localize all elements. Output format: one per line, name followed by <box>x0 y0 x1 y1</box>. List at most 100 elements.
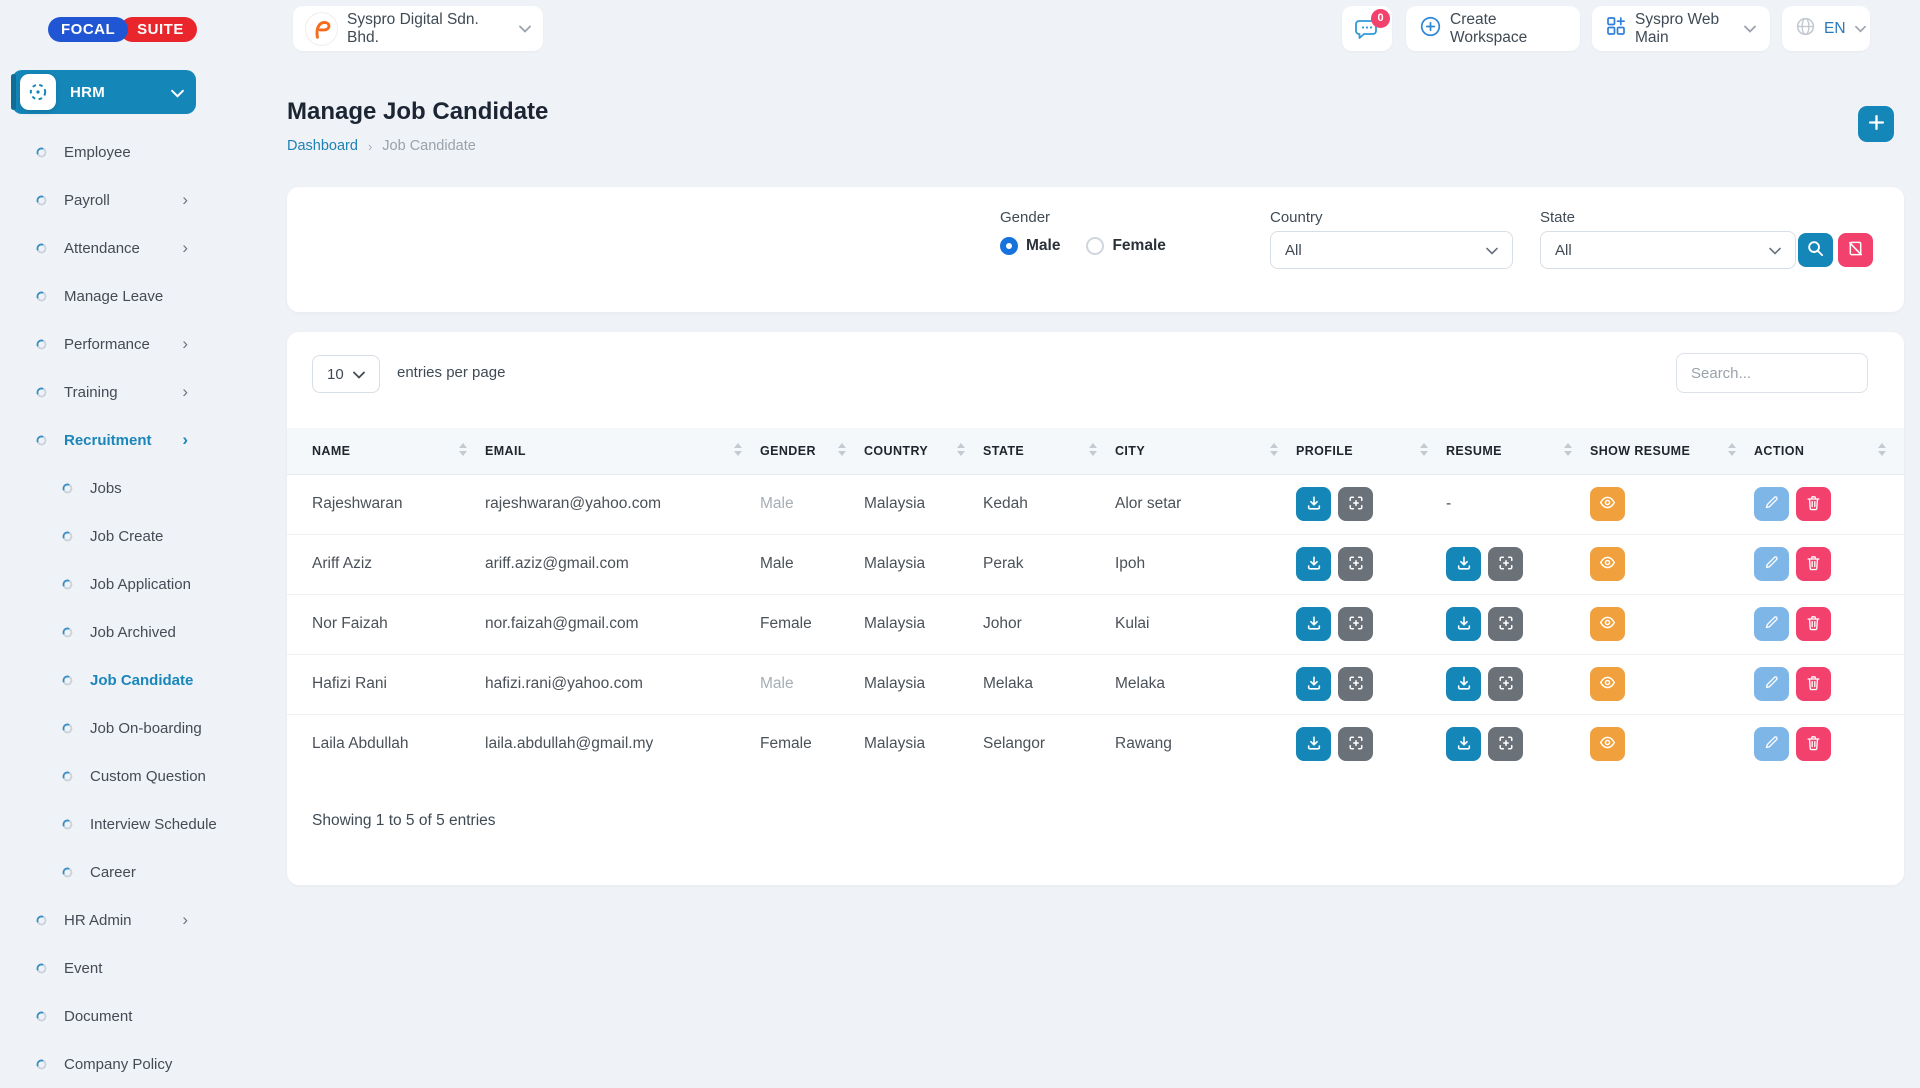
download-icon <box>1456 555 1472 574</box>
edit-candidate-button[interactable] <box>1754 667 1789 701</box>
show-resume-button[interactable] <box>1590 667 1625 701</box>
delete-candidate-button[interactable] <box>1796 607 1831 641</box>
sort-icon <box>734 443 742 456</box>
edit-candidate-button[interactable] <box>1754 547 1789 581</box>
sidebar-subitem-job-create[interactable]: Job Create <box>0 512 250 560</box>
sidebar-subitem-label: Interview Schedule <box>90 816 217 833</box>
profile-preview-button[interactable] <box>1338 667 1373 701</box>
column-header-resume[interactable]: Resume <box>1446 428 1590 474</box>
column-header-gender[interactable]: Gender <box>760 428 864 474</box>
profile-download-button[interactable] <box>1296 727 1331 761</box>
column-header-action[interactable]: Action <box>1754 428 1904 474</box>
candidate-table: NameEmailGenderCountryState CityProfileRe… <box>287 428 1904 774</box>
sidebar-item-company-policy[interactable]: Company Policy <box>0 1040 250 1088</box>
sidebar-subitem-jobs[interactable]: Jobs <box>0 464 250 512</box>
sidebar-item-document[interactable]: Document <box>0 992 250 1040</box>
breadcrumb-dashboard-link[interactable]: Dashboard <box>287 138 358 154</box>
topbar: FOCAL SUITE Syspro Digital Sdn. Bhd. 0 C… <box>0 0 1920 56</box>
profile-download-button[interactable] <box>1296 487 1331 521</box>
workspace-selector[interactable]: Syspro Digital Sdn. Bhd. <box>293 6 543 51</box>
sidebar-item-manage-leave[interactable]: Manage Leave <box>0 272 250 320</box>
delete-candidate-button[interactable] <box>1796 547 1831 581</box>
entries-per-page-select[interactable]: 10 <box>312 355 380 393</box>
show-resume-button[interactable] <box>1590 607 1625 641</box>
profile-preview-button[interactable] <box>1338 607 1373 641</box>
create-workspace-button[interactable]: Create Workspace <box>1406 6 1580 51</box>
column-header-profile[interactable]: Profile <box>1296 428 1446 474</box>
language-selector[interactable]: EN <box>1782 6 1870 51</box>
sidebar-menu: EmployeePayroll›Attendance›Manage LeaveP… <box>0 128 250 1088</box>
sidebar-item-event[interactable]: Event <box>0 944 250 992</box>
sidebar-item-performance[interactable]: Performance› <box>0 320 250 368</box>
profile-preview-button[interactable] <box>1338 727 1373 761</box>
table-search-input[interactable] <box>1676 353 1868 393</box>
add-candidate-button[interactable] <box>1858 106 1894 142</box>
sidebar-item-payroll[interactable]: Payroll› <box>0 176 250 224</box>
resume-download-button[interactable] <box>1446 727 1481 761</box>
profile-preview-button[interactable] <box>1338 547 1373 581</box>
sidebar-subitem-interview-schedule[interactable]: Interview Schedule <box>0 800 250 848</box>
resume-download-button[interactable] <box>1446 547 1481 581</box>
column-label: Action <box>1754 444 1804 458</box>
chat-button[interactable]: 0 <box>1342 6 1392 51</box>
edit-candidate-button[interactable] <box>1754 487 1789 521</box>
sidebar-section-hrm[interactable]: HRM <box>12 70 196 114</box>
sidebar-item-recruitment[interactable]: Recruitment› <box>0 416 250 464</box>
show-resume-button[interactable] <box>1590 727 1625 761</box>
edit-candidate-button[interactable] <box>1754 607 1789 641</box>
profile-download-button[interactable] <box>1296 667 1331 701</box>
column-label: State <box>983 444 1024 458</box>
sidebar-subitem-career[interactable]: Career <box>0 848 250 896</box>
column-header-city[interactable]: City <box>1115 428 1296 474</box>
download-icon <box>1306 675 1322 694</box>
column-header-show-resume[interactable]: Show Resume <box>1590 428 1754 474</box>
delete-candidate-button[interactable] <box>1796 727 1831 761</box>
sort-icon <box>1270 443 1278 456</box>
resume-preview-button[interactable] <box>1488 667 1523 701</box>
sidebar-item-hr-admin[interactable]: HR Admin› <box>0 896 250 944</box>
sidebar-subitem-job-application[interactable]: Job Application <box>0 560 250 608</box>
column-header-name[interactable]: Name <box>287 428 485 474</box>
sidebar-subitem-job-candidate[interactable]: Job Candidate <box>0 656 250 704</box>
resume-preview-button[interactable] <box>1488 607 1523 641</box>
resume-download-button[interactable] <box>1446 667 1481 701</box>
filter-card: Gender Male Female Country All State All <box>287 187 1904 312</box>
language-code: EN <box>1824 20 1846 38</box>
filter-search-button[interactable] <box>1798 233 1833 267</box>
cell-email: rajeshwaran@yahoo.com <box>485 474 760 534</box>
edit-candidate-button[interactable] <box>1754 727 1789 761</box>
column-header-state[interactable]: State <box>983 428 1115 474</box>
sidebar-subitem-job-on-boarding[interactable]: Job On-boarding <box>0 704 250 752</box>
country-select[interactable]: All <box>1270 231 1513 269</box>
profile-download-button[interactable] <box>1296 607 1331 641</box>
sidebar-item-training[interactable]: Training› <box>0 368 250 416</box>
gender-radio-group: Male Female <box>1000 237 1166 255</box>
profile-download-button[interactable] <box>1296 547 1331 581</box>
eye-icon <box>1599 615 1616 633</box>
clear-filter-button[interactable] <box>1838 233 1873 267</box>
sidebar-subitem-custom-question[interactable]: Custom Question <box>0 752 250 800</box>
show-resume-button[interactable] <box>1590 487 1625 521</box>
delete-candidate-button[interactable] <box>1796 667 1831 701</box>
profile-preview-button[interactable] <box>1338 487 1373 521</box>
resume-preview-button[interactable] <box>1488 727 1523 761</box>
resume-preview-button[interactable] <box>1488 547 1523 581</box>
eye-icon <box>1599 675 1616 693</box>
column-header-country[interactable]: Country <box>864 428 983 474</box>
column-header-email[interactable]: Email <box>485 428 760 474</box>
sidebar-item-employee[interactable]: Employee <box>0 128 250 176</box>
cell-city: Melaka <box>1115 654 1296 714</box>
scan-icon <box>1348 675 1364 694</box>
state-select[interactable]: All <box>1540 231 1796 269</box>
resume-download-button[interactable] <box>1446 607 1481 641</box>
gender-radio-male[interactable]: Male <box>1000 237 1060 255</box>
app-menu-selector[interactable]: Syspro Web Main <box>1592 6 1770 51</box>
sidebar-subitem-job-archived[interactable]: Job Archived <box>0 608 250 656</box>
country-filter-label: Country <box>1270 209 1323 226</box>
show-resume-button[interactable] <box>1590 547 1625 581</box>
sidebar-item-attendance[interactable]: Attendance› <box>0 224 250 272</box>
gender-radio-female[interactable]: Female <box>1086 237 1165 255</box>
delete-candidate-button[interactable] <box>1796 487 1831 521</box>
cell-action <box>1754 714 1904 774</box>
table-header-row: NameEmailGenderCountryState CityProfileRe… <box>287 428 1904 474</box>
